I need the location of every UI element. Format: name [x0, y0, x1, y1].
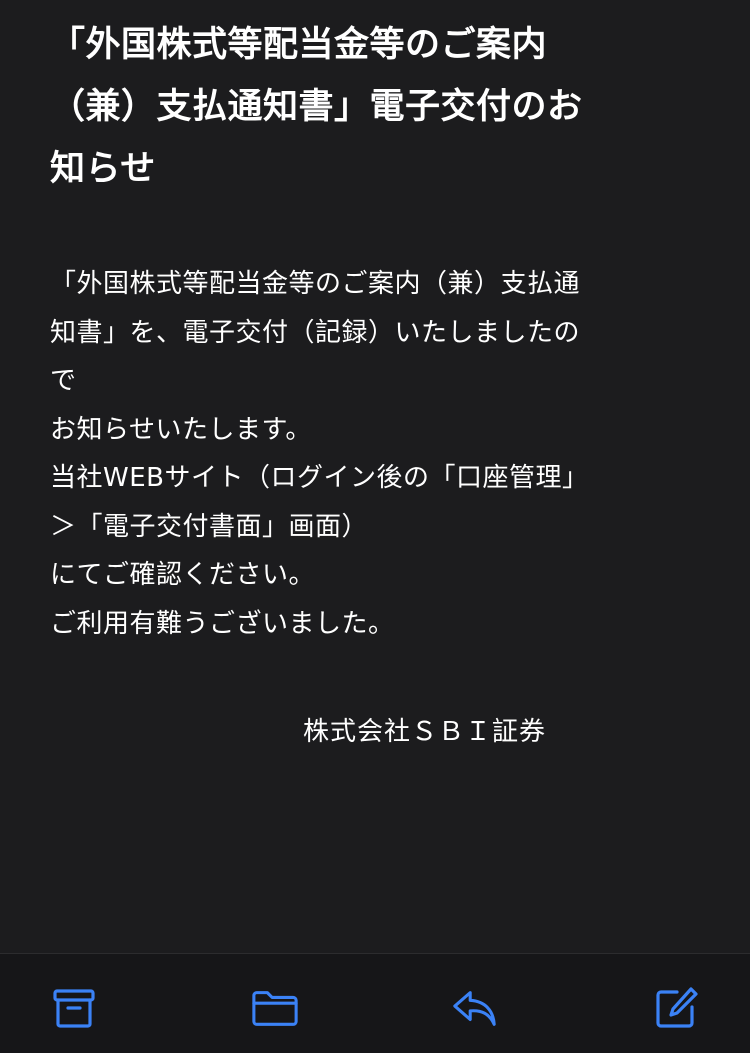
compose-icon [656, 987, 698, 1028]
bottom-toolbar [0, 953, 750, 1053]
reply-icon [453, 991, 496, 1026]
body-line: 「外国株式等配当金等のご案内（兼）支払通 [50, 269, 581, 299]
archive-icon [53, 989, 95, 1028]
message-content: 「外国株式等配当金等のご案内 （兼）支払通知書」電子交付のお 知らせ 「外国株式… [50, 14, 700, 648]
body-line: 当社WEBサイト（ログイン後の「口座管理」 [50, 463, 589, 493]
subject-line: 「外国株式等配当金等のご案内 [50, 25, 548, 65]
reply-button[interactable] [451, 984, 499, 1032]
body-line: ＞「電子交付書面」画面） [50, 511, 369, 542]
body-line: お知らせいたします。 [50, 414, 312, 445]
archive-button[interactable] [50, 984, 98, 1032]
message-signature: 株式会社ＳＢＩ証券 [303, 717, 547, 747]
body-line: ご利用有難うございました。 [50, 608, 395, 639]
message-subject: 「外国株式等配当金等のご案内 （兼）支払通知書」電子交付のお 知らせ [50, 14, 700, 200]
body-line: にてご確認ください。 [50, 560, 316, 590]
subject-line: （兼）支払通知書」電子交付のお [50, 87, 583, 127]
compose-button[interactable] [652, 984, 700, 1032]
mail-screen: 「外国株式等配当金等のご案内 （兼）支払通知書」電子交付のお 知らせ 「外国株式… [0, 0, 750, 1053]
folder-icon [252, 991, 298, 1026]
message-body: 「外国株式等配当金等のご案内（兼）支払通 知書」を、電子交付（記録）いたしました… [50, 260, 700, 648]
body-line: 知書」を、電子交付（記録）いたしましたの [50, 317, 581, 348]
body-line: で [50, 366, 77, 396]
subject-line: 知らせ [50, 149, 156, 189]
move-to-folder-button[interactable] [251, 984, 299, 1032]
